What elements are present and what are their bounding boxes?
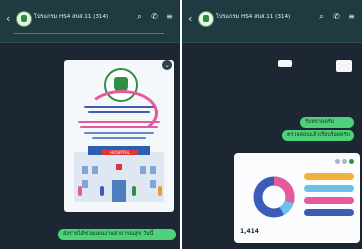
poster-text-line bbox=[92, 137, 146, 139]
dashboard-bar bbox=[304, 197, 354, 204]
header-divider bbox=[14, 33, 164, 34]
search-icon[interactable]: ⌕ bbox=[317, 12, 326, 21]
poster-image[interactable]: HOSPITAL bbox=[64, 60, 174, 212]
pink-arc-decoration bbox=[86, 90, 158, 136]
back-arrow-icon[interactable]: ‹ bbox=[188, 13, 192, 25]
hospital-sign: HOSPITAL bbox=[102, 150, 138, 155]
chat-screen-right: ‹ โปรแกรม HS4 สบส.11 (314) ⌕ ✆ ≡ รับทราบ… bbox=[182, 0, 362, 249]
back-arrow-icon[interactable]: ‹ bbox=[6, 13, 10, 25]
chat-screen-left: ‹ โปรแกรม HS4 สบส.11 (314) ⌕ ✆ ≡ HOSPITA… bbox=[0, 0, 180, 249]
chat-title[interactable]: โปรแกรม HS4 สบส.11 (314) bbox=[216, 13, 296, 21]
dashboard-bar bbox=[304, 185, 354, 192]
poster-text-line bbox=[84, 132, 154, 134]
dashboard-bar bbox=[304, 209, 354, 216]
dashboard-image[interactable]: 1,414 bbox=[234, 153, 360, 243]
chat-title[interactable]: โปรแกรม HS4 สบส.11 (314) bbox=[34, 13, 114, 21]
donut-chart-graphic bbox=[253, 176, 295, 218]
poster-text-line bbox=[84, 106, 154, 108]
group-avatar[interactable] bbox=[16, 11, 32, 27]
chat-header: ‹ โปรแกรม HS4 สบส.11 (314) ⌕ ✆ ≡ bbox=[182, 0, 362, 43]
menu-icon[interactable]: ≡ bbox=[165, 12, 174, 21]
poster-text-line bbox=[78, 121, 160, 123]
message-bubble-outgoing[interactable]: ตรวจสอบแล้วเรียบร้อยครับ bbox=[282, 130, 354, 141]
dashboard-stat-value: 1,414 bbox=[240, 228, 259, 235]
phone-icon[interactable]: ✆ bbox=[332, 12, 341, 21]
dashboard-bar bbox=[304, 173, 354, 180]
poster-text-line bbox=[80, 126, 158, 128]
message-bubble-outgoing[interactable]: ส่งรายได้ช่วยแผนงานสาธารณสุข วันนี้ bbox=[58, 229, 176, 240]
message-bubble-outgoing[interactable]: รับทราบครับ bbox=[300, 117, 354, 128]
sticker-message[interactable] bbox=[278, 60, 292, 67]
hospital-illustration: HOSPITAL bbox=[74, 146, 164, 202]
poster-text-line bbox=[88, 111, 150, 113]
dashboard-legend-dots bbox=[335, 159, 354, 164]
chevron-down-icon[interactable]: ⌄ bbox=[162, 60, 172, 70]
sticker-message[interactable] bbox=[336, 60, 352, 72]
menu-icon[interactable]: ≡ bbox=[347, 12, 356, 21]
chat-header: ‹ โปรแกรม HS4 สบส.11 (314) ⌕ ✆ ≡ bbox=[0, 0, 180, 43]
group-avatar[interactable] bbox=[198, 11, 214, 27]
phone-icon[interactable]: ✆ bbox=[150, 12, 159, 21]
search-icon[interactable]: ⌕ bbox=[135, 12, 144, 21]
